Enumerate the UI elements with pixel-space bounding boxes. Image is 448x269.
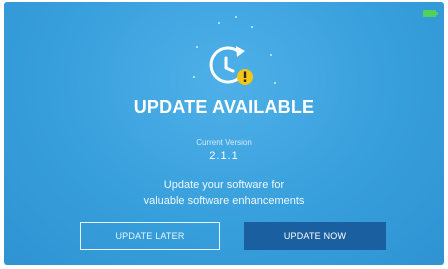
update-later-button[interactable]: UPDATE LATER [80, 222, 220, 250]
sparkle-decoration [270, 54, 272, 56]
battery-icon [423, 10, 438, 17]
update-message: Update your software for valuable softwa… [4, 177, 444, 209]
exclamation-badge-icon [237, 69, 253, 85]
current-version-value: 2.1.1 [209, 150, 239, 162]
update-dialog-screen: UPDATE AVAILABLE Current Version 2.1.1 U… [4, 2, 444, 265]
update-now-button[interactable]: UPDATE NOW [244, 222, 386, 250]
current-version-label: Current Version [196, 138, 252, 147]
sparkle-decoration [218, 22, 220, 24]
sparkle-decoration [196, 46, 198, 48]
sparkle-decoration [193, 76, 195, 78]
sparkle-decoration [235, 16, 237, 18]
sparkle-decoration [251, 26, 253, 28]
dialog-title: UPDATE AVAILABLE [133, 97, 315, 117]
sparkle-decoration [274, 82, 276, 84]
update-message-line: valuable software enhancements [143, 195, 305, 207]
clock-update-icon [209, 46, 253, 85]
update-message-line: Update your software for [163, 179, 285, 191]
